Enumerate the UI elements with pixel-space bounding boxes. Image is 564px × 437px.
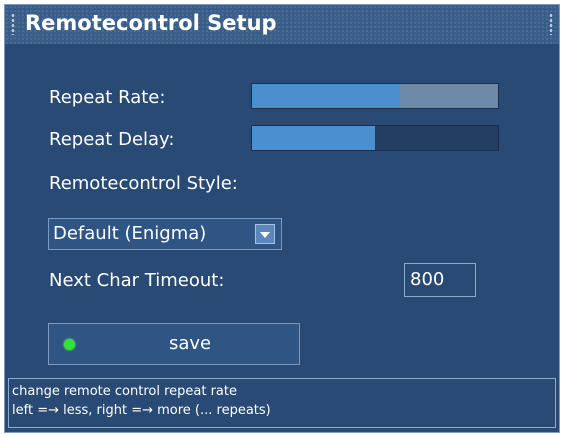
remotecontrol-setup-window: Remotecontrol Setup Repeat Rate: Repeat … [4,4,560,433]
remote-style-label: Remotecontrol Style: [49,173,238,194]
grip-right-icon [549,13,553,35]
repeat-rate-label: Repeat Rate: [49,87,166,108]
titlebar: Remotecontrol Setup [5,5,559,44]
grip-left-icon [11,13,15,35]
help-text-line-2: left =→ less, right =→ more (... repeats… [12,403,271,418]
green-dot-icon [64,339,75,350]
window-title: Remotecontrol Setup [25,11,277,35]
save-button-label: save [169,333,212,354]
help-statusbar: change remote control repeat rate left =… [8,378,556,428]
chevron-down-icon[interactable] [255,224,275,244]
repeat-delay-slider[interactable] [251,125,499,151]
repeat-rate-fill [252,84,400,108]
repeat-delay-label: Repeat Delay: [49,129,175,150]
repeat-rate-slider[interactable] [251,83,499,109]
repeat-delay-fill [252,126,375,150]
next-char-timeout-input[interactable]: 800 [404,263,476,297]
remote-style-dropdown[interactable]: Default (Enigma) [48,218,282,250]
help-text-line-1: change remote control repeat rate [12,384,237,399]
save-button[interactable]: save [48,323,300,365]
remote-style-value: Default (Enigma) [53,223,207,244]
next-char-timeout-label: Next Char Timeout: [49,270,225,291]
